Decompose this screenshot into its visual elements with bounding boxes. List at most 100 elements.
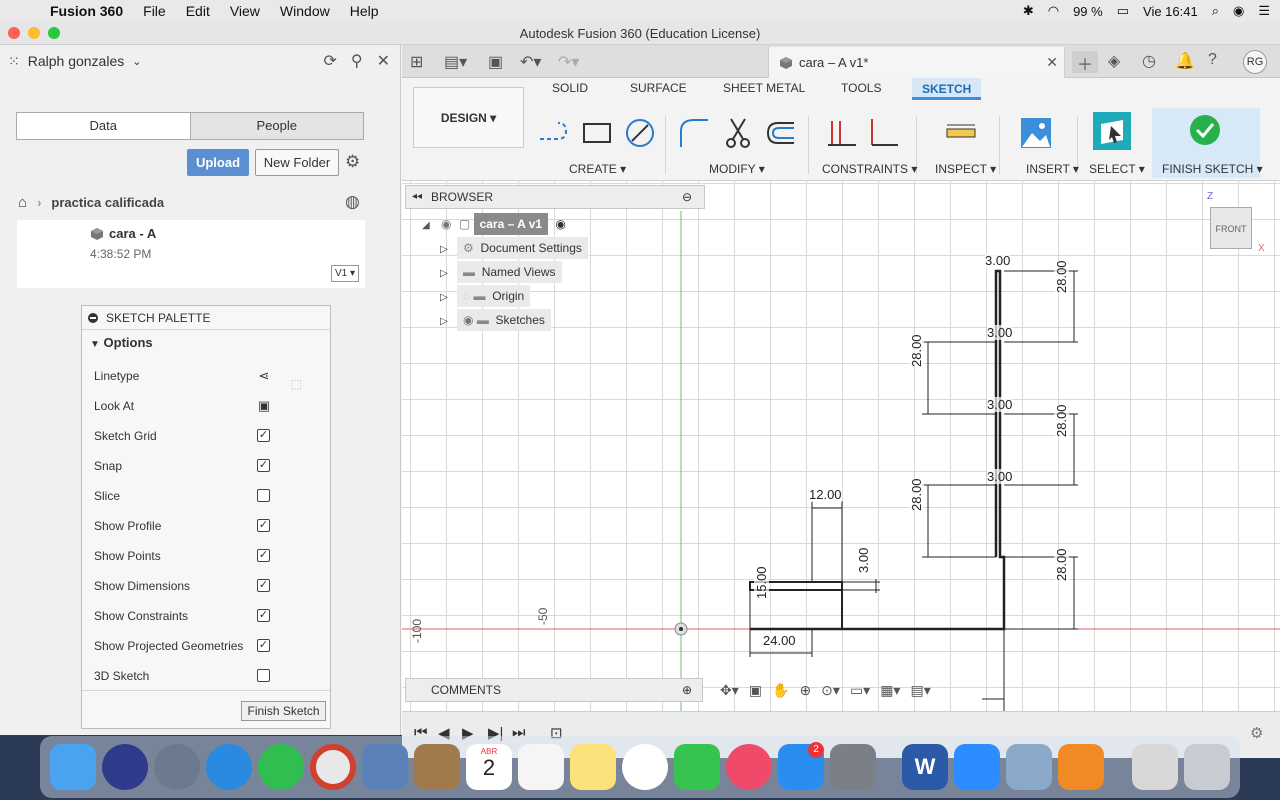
dimension-label[interactable]: 24.00 — [763, 633, 796, 648]
calendar-icon[interactable]: ABR 2 — [466, 744, 512, 790]
contacts-icon[interactable] — [414, 744, 460, 790]
redo-icon[interactable]: ↷▾ — [558, 52, 579, 72]
job-status-icon[interactable]: ◷ — [1142, 51, 1156, 71]
music-icon[interactable] — [726, 744, 772, 790]
menu-window[interactable]: Window — [280, 3, 330, 19]
chrome-icon[interactable] — [310, 744, 356, 790]
home-icon[interactable]: ⌂ — [18, 194, 27, 211]
file-card[interactable]: cara - A 4:38:52 PM V1 ▾ — [17, 220, 365, 288]
finder-icon[interactable] — [50, 744, 96, 790]
look-at-icon[interactable]: ▣ — [256, 391, 272, 413]
palette-checkbox[interactable] — [257, 669, 270, 682]
gear-icon[interactable]: ⚙ — [345, 152, 360, 172]
expand-triangle-icon[interactable]: ▷ — [440, 244, 448, 255]
safari-icon[interactable] — [206, 744, 252, 790]
fillet-tool-icon[interactable] — [678, 117, 710, 149]
checkmark-icon[interactable] — [1189, 114, 1221, 146]
menu-help[interactable]: Help — [350, 3, 379, 19]
palette-checkbox[interactable]: ✓ — [257, 519, 270, 532]
comments-panel[interactable]: COMMENTS ⊕ — [405, 678, 703, 702]
menu-view[interactable]: View — [230, 3, 260, 19]
tab-people[interactable]: People — [189, 113, 363, 139]
word-icon[interactable]: W — [902, 744, 948, 790]
inspect-menu[interactable]: INSPECT ▾ — [935, 162, 996, 176]
tab-surface[interactable]: SURFACE — [630, 81, 687, 95]
eye-icon[interactable]: ◉ — [441, 217, 451, 231]
collapse-palette-icon[interactable] — [88, 313, 98, 323]
offset-tool-icon[interactable] — [764, 117, 796, 149]
dimension-label[interactable]: 28.00 — [909, 334, 924, 367]
close-icon[interactable]: ✕ — [377, 51, 390, 71]
eye-hidden-icon[interactable]: ◌ — [463, 289, 470, 303]
fit-icon[interactable]: ⊙▾ — [821, 682, 840, 699]
document-tab[interactable]: cara – A v1* ✕ — [768, 47, 1065, 78]
close-window-button[interactable] — [8, 27, 20, 39]
expand-triangle-icon[interactable]: ▷ — [440, 316, 448, 327]
dimension-label[interactable]: 28.00 — [909, 478, 924, 511]
collapse-left-icon[interactable]: ◂◂ — [412, 186, 422, 208]
photos-icon[interactable] — [622, 744, 668, 790]
search-icon[interactable]: ⚲ — [351, 51, 363, 71]
coincident-constraint-icon[interactable] — [826, 117, 858, 149]
version-select[interactable]: V1 ▾ — [331, 265, 359, 282]
measure-tool-icon[interactable] — [945, 117, 977, 149]
select-menu[interactable]: SELECT ▾ — [1089, 162, 1145, 176]
minus-icon[interactable]: ⊖ — [682, 186, 692, 208]
expand-triangle-icon[interactable]: ▷ — [440, 268, 448, 279]
palette-checkbox[interactable]: ✓ — [257, 639, 270, 652]
tab-data[interactable]: Data — [17, 113, 190, 139]
dimension-label[interactable]: 3.00 — [987, 469, 1013, 484]
eye-icon[interactable]: ◉ — [463, 313, 473, 327]
timeline-settings-icon[interactable]: ⚙ — [1250, 724, 1263, 742]
dimension-label[interactable]: 3.00 — [985, 253, 1011, 268]
palette-checkbox[interactable]: ✓ — [257, 429, 270, 442]
dimension-label[interactable]: 3.00 — [987, 325, 1013, 340]
expand-triangle-icon[interactable]: ▷ — [440, 292, 448, 303]
chevron-down-icon[interactable]: ⌄ — [132, 55, 141, 68]
trim-tool-icon[interactable] — [722, 117, 754, 149]
fusion-360-icon[interactable] — [1058, 744, 1104, 790]
clock[interactable]: Vie 16:41 — [1143, 4, 1198, 19]
mail-icon[interactable] — [362, 744, 408, 790]
dimension-label[interactable]: 12.00 — [809, 487, 842, 502]
dimension-label[interactable]: 3.00 — [987, 397, 1013, 412]
new-folder-button[interactable]: New Folder — [255, 149, 339, 176]
tab-tools[interactable]: TOOLS — [841, 81, 881, 95]
data-panel-grid-icon[interactable]: ⊞ — [410, 52, 423, 72]
tab-solid[interactable]: SOLID — [552, 81, 588, 95]
palette-checkbox[interactable] — [257, 489, 270, 502]
globe-icon[interactable]: ◍ — [345, 192, 360, 212]
options-section[interactable]: Options — [104, 335, 153, 350]
dimension-label[interactable]: 3.00 — [856, 547, 871, 573]
line-tool-icon[interactable] — [538, 117, 570, 149]
help-icon[interactable]: ? — [1208, 51, 1217, 69]
add-comment-icon[interactable]: ⊕ — [682, 679, 692, 701]
breadcrumb-project[interactable]: practica calificada — [51, 195, 164, 210]
dimension-label[interactable]: 28.00 — [1054, 260, 1069, 293]
pan-icon[interactable]: ✋ — [772, 682, 789, 699]
browser-item-document-settings[interactable]: ▷ ⚙ Document Settings — [440, 237, 588, 259]
dimension-label[interactable]: 15.00 — [754, 566, 769, 599]
notification-center-icon[interactable]: ☰ — [1258, 3, 1270, 19]
dimension-label[interactable]: 28.00 — [1054, 404, 1069, 437]
battery-icon[interactable]: ▭ — [1117, 3, 1129, 19]
insert-menu[interactable]: INSERT ▾ — [1026, 162, 1079, 176]
browser-item-named-views[interactable]: ▷ ▬ Named Views — [440, 261, 562, 283]
collapse-triangle-icon[interactable]: ◢ — [422, 220, 430, 231]
menu-file[interactable]: File — [143, 3, 166, 19]
user-name[interactable]: Ralph gonzales — [28, 53, 125, 69]
select-tool-icon[interactable] — [1093, 112, 1131, 150]
browser-panel-header[interactable]: ◂◂ BROWSER ⊖ — [405, 185, 705, 209]
siri-icon[interactable] — [102, 744, 148, 790]
avatar[interactable]: RG — [1243, 50, 1267, 74]
look-at-icon[interactable]: ▣ — [749, 682, 762, 699]
zoom-icon[interactable]: ⊕ — [799, 682, 811, 699]
browser-item-origin[interactable]: ▷ ◌ ▬ Origin — [440, 285, 531, 307]
tab-sheet-metal[interactable]: SHEET METAL — [723, 81, 805, 95]
browser-root-item[interactable]: ◢ ◉ ▢ cara – A v1 ◉ — [422, 213, 566, 235]
sketch-canvas[interactable]: 3.00 28.00 3.00 28.00 3.00 28.00 3.00 28.00 28.0… — [402, 181, 1280, 735]
reminders-icon[interactable] — [518, 744, 564, 790]
preview-icon[interactable] — [1006, 744, 1052, 790]
close-tab-icon[interactable]: ✕ — [1046, 47, 1058, 78]
activate-radio-icon[interactable]: ◉ — [555, 217, 565, 231]
